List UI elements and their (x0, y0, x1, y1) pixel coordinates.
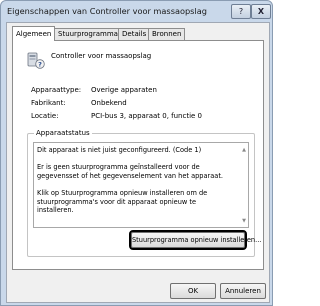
location-value: PCI-bus 3, apparaat 0, functie 0 (91, 112, 203, 120)
dialog-client-area: Algemeen Stuurprogramma Details Bronnen … (6, 22, 270, 303)
svg-text:?: ? (38, 60, 42, 68)
device-status-textbox[interactable]: Dit apparaat is niet juist geconfigureer… (33, 142, 249, 228)
scroll-down-arrow-icon[interactable]: ▼ (242, 218, 246, 224)
manufacturer-label: Fabrikant: (31, 99, 66, 107)
scroll-up-arrow-icon[interactable]: ▲ (242, 147, 246, 153)
window-title: Eigenschappen van Controller voor massao… (7, 6, 207, 16)
storage-controller-icon: ? (27, 52, 45, 69)
title-bar[interactable]: Eigenschappen van Controller voor massao… (1, 1, 272, 21)
close-icon: X (257, 7, 265, 16)
properties-dialog: Eigenschappen van Controller voor massao… (0, 0, 273, 306)
device-type-label: Apparaattype: (31, 86, 82, 94)
device-type-value: Overige apparaten (91, 86, 157, 94)
device-name: Controller voor massaopslag (51, 52, 152, 60)
help-button[interactable]: ? (231, 4, 251, 19)
tab-details[interactable]: Details (118, 28, 151, 40)
general-tab-panel: ? Controller voor massaopslag Apparaatty… (12, 40, 264, 270)
tab-bronnen[interactable]: Bronnen (148, 28, 186, 40)
ok-button[interactable]: OK (170, 283, 216, 299)
tab-algemeen[interactable]: Algemeen (12, 26, 56, 41)
device-status-text: Dit apparaat is niet juist geconfigureer… (37, 146, 224, 215)
device-status-group: Apparaatstatus Dit apparaat is niet juis… (27, 129, 261, 257)
location-label: Locatie: (31, 112, 59, 120)
device-status-title: Apparaatstatus (34, 129, 92, 137)
cancel-button[interactable]: Annuleren (220, 283, 266, 299)
help-icon: ? (238, 7, 244, 16)
manufacturer-value: Onbekend (91, 99, 127, 107)
close-button[interactable]: X (251, 4, 271, 19)
reinstall-driver-button[interactable]: Stuurprogramma opnieuw installeren... (129, 230, 261, 250)
tab-stuurprogramma[interactable]: Stuurprogramma (54, 28, 122, 40)
